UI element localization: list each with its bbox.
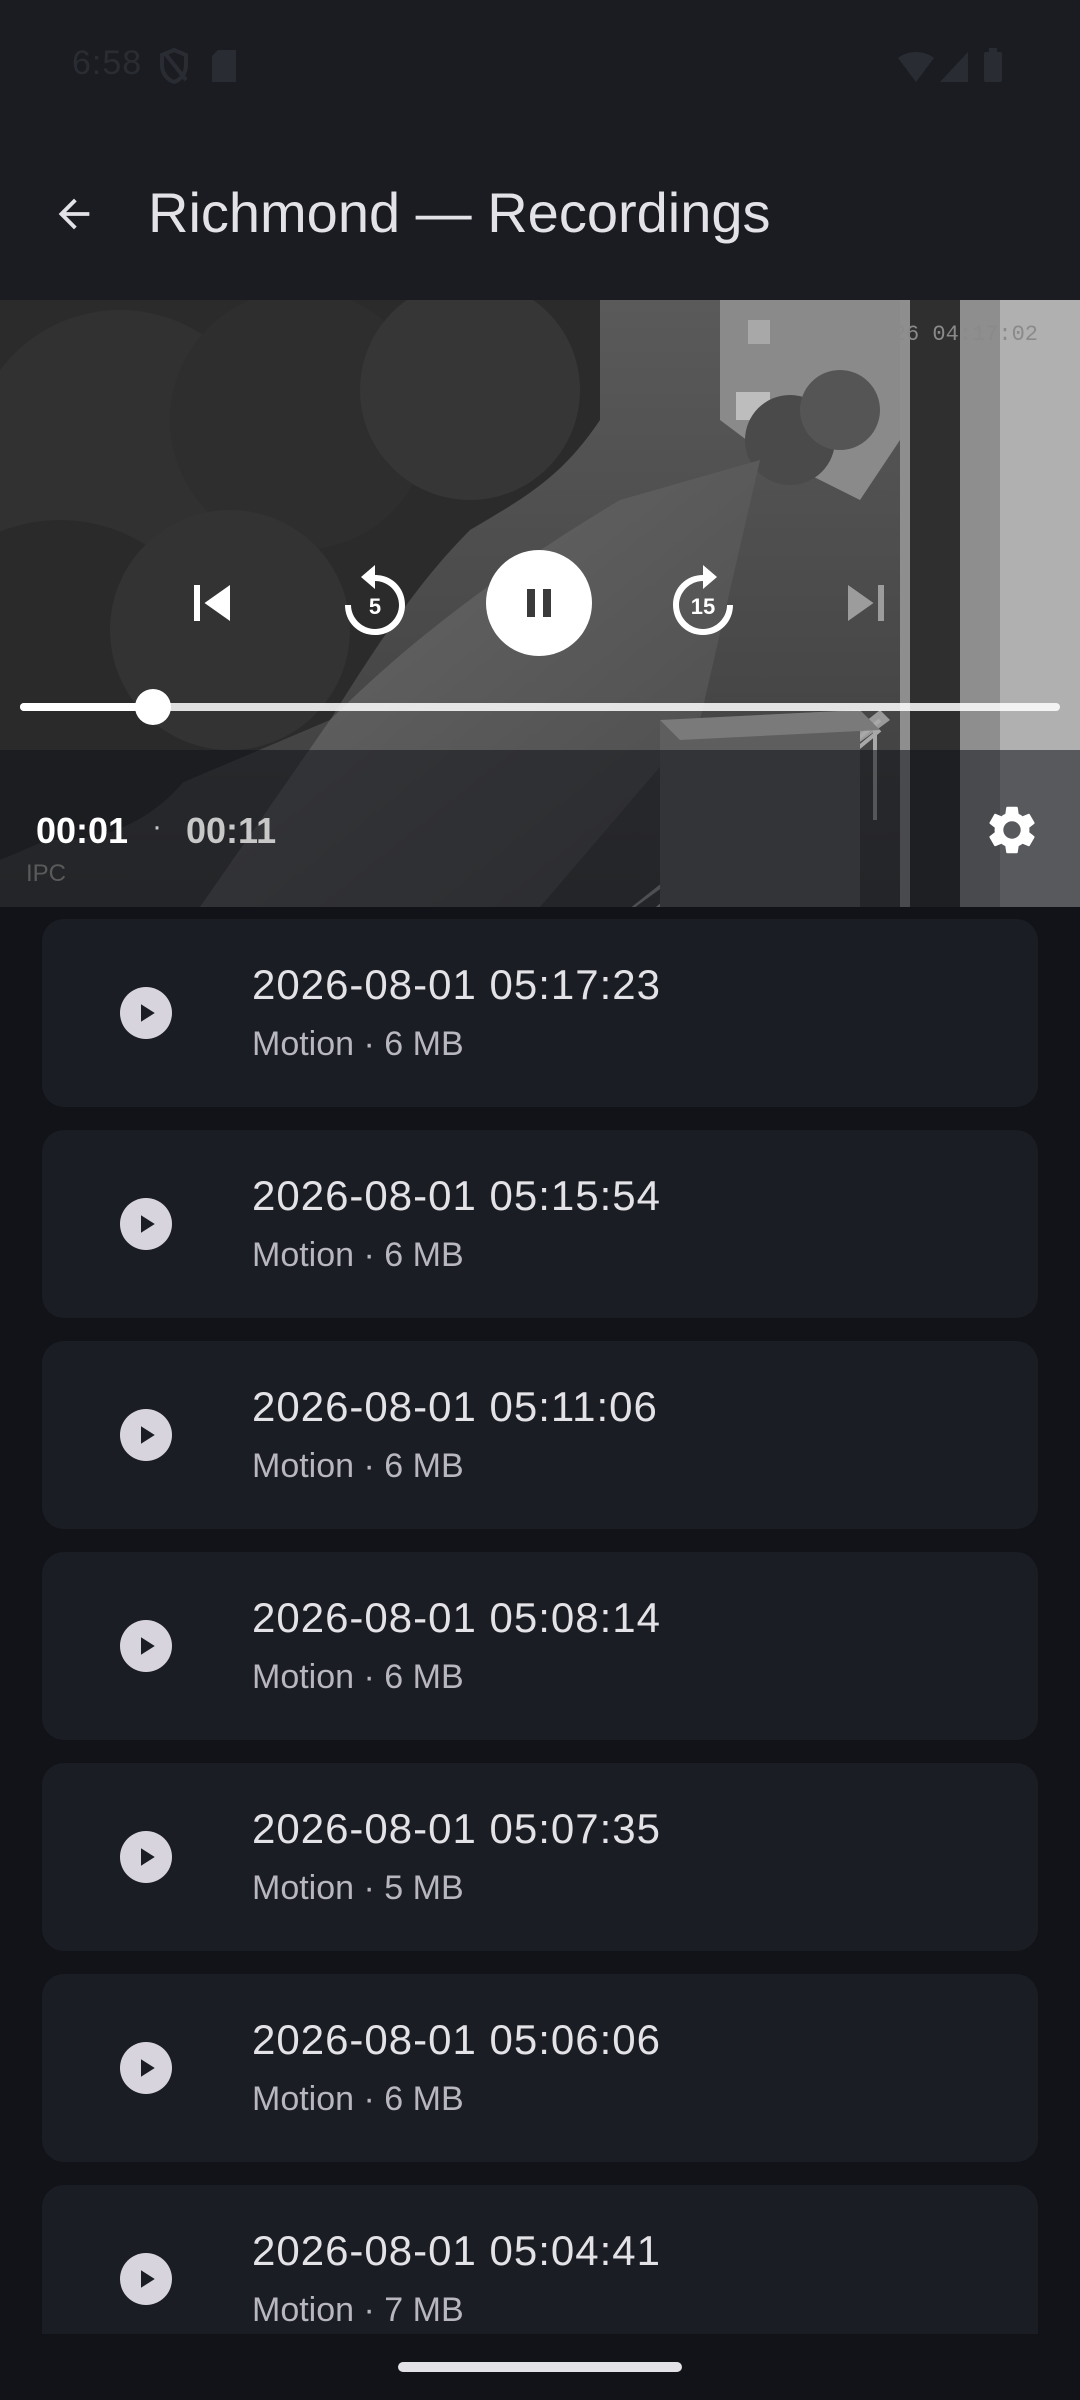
- status-bar: 6:58: [0, 0, 1080, 130]
- rewind-button[interactable]: 5: [330, 558, 420, 648]
- recording-item[interactable]: 2026-08-01 05:15:54 Motion · 6 MB: [42, 1130, 1038, 1318]
- settings-button[interactable]: [980, 798, 1044, 862]
- recording-item[interactable]: 2026-08-01 05:11:06 Motion · 6 MB: [42, 1341, 1038, 1529]
- skip-next-icon: [848, 585, 884, 621]
- forward-button[interactable]: 15: [658, 558, 748, 648]
- gesture-nav-area: [0, 2334, 1080, 2400]
- gesture-handle[interactable]: [398, 2362, 682, 2372]
- status-time: 6:58: [72, 44, 143, 82]
- play-icon: [141, 2059, 155, 2077]
- recording-timestamp: 2026-08-01 05:07:35: [252, 1805, 661, 1852]
- seek-bar[interactable]: [20, 689, 1060, 725]
- recording-item[interactable]: 2026-08-01 05:08:14 Motion · 6 MB: [42, 1552, 1038, 1740]
- arrow-back-icon: [58, 198, 90, 230]
- skip-previous-icon: [194, 585, 230, 621]
- play-button[interactable]: [120, 1620, 172, 1672]
- forward-15-icon: 15: [673, 565, 733, 635]
- video-player[interactable]: 01-08-2026 04:17:02 5 15 00:01 · 00:11 I: [0, 300, 1080, 907]
- recording-details: Motion · 6 MB: [252, 2080, 464, 2118]
- gear-icon: [989, 806, 1035, 854]
- play-button[interactable]: [120, 1409, 172, 1461]
- recording-details: Motion · 5 MB: [252, 1869, 464, 1907]
- recording-timestamp: 2026-08-01 05:04:41: [252, 2227, 661, 2274]
- seek-bar-progress: [20, 703, 154, 711]
- play-button[interactable]: [120, 987, 172, 1039]
- status-icons-left: [160, 47, 250, 89]
- recording-timestamp: 2026-08-01 05:17:23: [252, 961, 661, 1008]
- total-duration: 00:11: [186, 810, 277, 851]
- play-icon: [141, 1004, 155, 1022]
- play-icon: [141, 1215, 155, 1233]
- time-separator: ·: [152, 810, 162, 843]
- seek-bar-thumb[interactable]: [135, 689, 172, 725]
- replay-5-icon: 5: [345, 565, 405, 635]
- shield-icon: [160, 47, 188, 85]
- signal-icon: [940, 52, 968, 82]
- status-icons-right: [898, 48, 1008, 89]
- recording-details: Motion · 6 MB: [252, 1658, 464, 1696]
- play-icon: [141, 1426, 155, 1444]
- play-icon: [141, 1637, 155, 1655]
- play-icon: [141, 1848, 155, 1866]
- recording-timestamp: 2026-08-01 05:06:06: [252, 2016, 661, 2063]
- recordings-list[interactable]: 2026-08-01 05:17:23 Motion · 6 MB 2026-0…: [42, 919, 1038, 2396]
- play-button[interactable]: [120, 2042, 172, 2094]
- recording-details: Motion · 6 MB: [252, 1236, 464, 1274]
- recording-timestamp: 2026-08-01 05:08:14: [252, 1594, 661, 1641]
- back-button[interactable]: [40, 180, 108, 248]
- pause-button[interactable]: [486, 550, 592, 656]
- source-label: IPC: [26, 860, 67, 887]
- recording-details: Motion · 6 MB: [252, 1447, 464, 1485]
- player-info-band: [0, 750, 1080, 907]
- recording-details: Motion · 6 MB: [252, 1025, 464, 1063]
- previous-button[interactable]: [172, 558, 252, 648]
- next-button[interactable]: [826, 558, 906, 648]
- recording-timestamp: 2026-08-01 05:15:54: [252, 1172, 661, 1219]
- svg-text:5: 5: [369, 594, 381, 619]
- play-button[interactable]: [120, 1831, 172, 1883]
- recording-item[interactable]: 2026-08-01 05:07:35 Motion · 5 MB: [42, 1763, 1038, 1951]
- recording-item[interactable]: 2026-08-01 05:06:06 Motion · 6 MB: [42, 1974, 1038, 2162]
- app-bar: Richmond — Recordings: [0, 130, 1080, 300]
- video-timestamp: 01-08-2026 04:17:02: [787, 322, 1038, 347]
- recording-details: Motion · 7 MB: [252, 2291, 464, 2329]
- sim-card-icon: [212, 50, 236, 82]
- play-button[interactable]: [120, 1198, 172, 1250]
- recording-timestamp: 2026-08-01 05:11:06: [252, 1383, 658, 1430]
- current-time: 00:01: [36, 810, 129, 851]
- page-title: Richmond — Recordings: [148, 181, 771, 244]
- play-button[interactable]: [120, 2253, 172, 2305]
- wifi-icon: [898, 52, 934, 82]
- svg-text:15: 15: [691, 594, 715, 619]
- battery-icon: [984, 52, 1002, 82]
- play-icon: [141, 2270, 155, 2288]
- recording-item[interactable]: 2026-08-01 05:17:23 Motion · 6 MB: [42, 919, 1038, 1107]
- pause-icon: [527, 589, 551, 617]
